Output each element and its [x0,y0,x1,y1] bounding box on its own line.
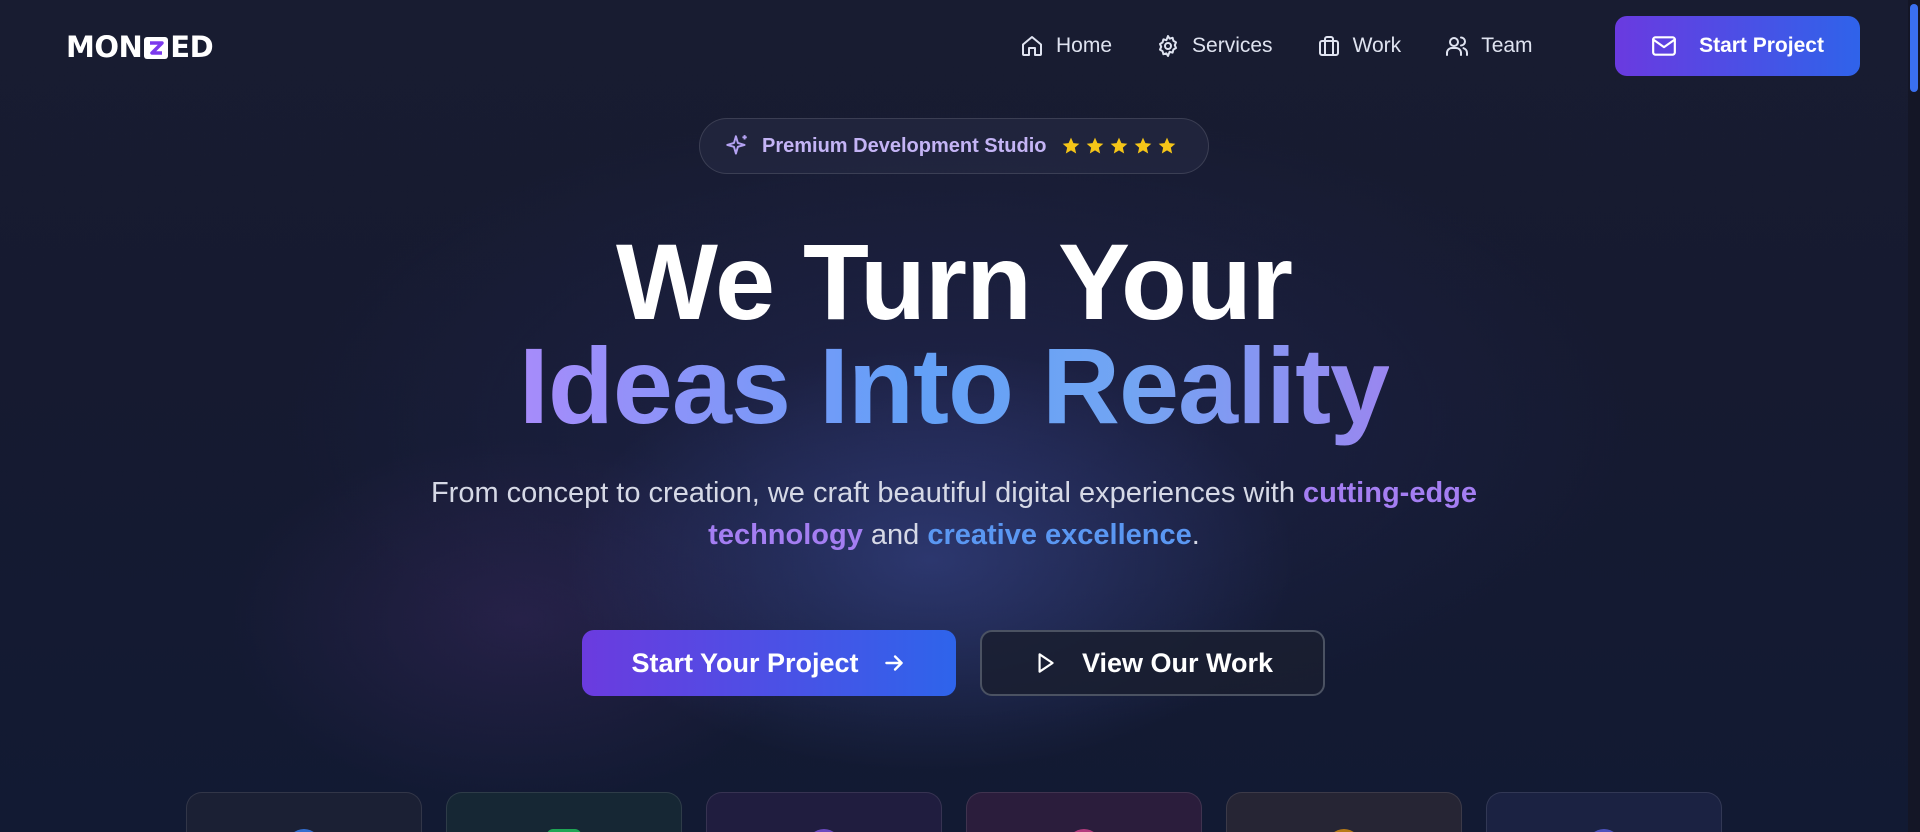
nav-item-services[interactable]: Services [1156,34,1273,58]
subtitle-text-mid: and [862,519,928,551]
hero-title-gradient: Ideas Into Reality [518,325,1390,446]
feature-card[interactable] [706,792,942,832]
nav-item-team[interactable]: Team [1445,34,1533,58]
feature-card[interactable] [446,792,682,832]
nav-item-label: Team [1481,34,1533,57]
brand-logo[interactable]: MON ED [66,30,214,64]
star-icon [1110,137,1127,154]
badge-text: Premium Development Studio [762,134,1047,157]
users-icon [1446,36,1469,56]
logo-text-left: MON [66,30,143,64]
nav-item-label: Services [1192,34,1273,57]
logo-text-right: ED [170,30,214,64]
nav-links: Home Services Work Team [1020,26,1577,66]
arrow-right-icon [884,655,903,671]
view-our-work-button[interactable]: View Our Work [980,630,1325,696]
star-icon [1062,137,1079,154]
start-project-button[interactable]: Start Project [1615,16,1860,76]
hero-subtitle: From concept to creation, we craft beaut… [390,472,1518,556]
scrollbar-thumb[interactable] [1910,4,1918,92]
subtitle-highlight-excellence: creative excellence [927,519,1192,551]
feature-card[interactable] [966,792,1202,832]
logo-mark-icon [143,34,169,60]
scrollbar[interactable] [1908,0,1920,832]
briefcase-icon [1318,36,1339,56]
sparkle-icon [726,135,747,155]
top-navigation: MON ED Home Services Work Team Start Pro… [0,0,1920,90]
star-icon [1158,137,1175,154]
nav-item-label: Work [1352,34,1402,57]
view-our-work-label: View Our Work [1081,647,1274,678]
start-your-project-button[interactable]: Start Your Project [582,630,956,696]
star-icon [1086,137,1103,154]
rating-stars [1061,136,1181,156]
subtitle-text-end: . [1191,519,1200,551]
feature-card[interactable] [186,792,422,832]
nav-item-label: Home [1056,34,1113,57]
nav-item-work[interactable]: Work [1317,34,1402,58]
feature-card[interactable] [1226,792,1462,832]
nav-item-home[interactable]: Home [1020,34,1112,58]
star-icon [1134,137,1151,154]
start-your-project-label: Start Your Project [631,647,859,678]
subtitle-text: From concept to creation, we craft beaut… [430,477,1304,509]
hero-title-line2: Ideas Into Reality [0,326,1908,446]
gear-icon [1159,35,1178,57]
home-icon [1022,36,1042,56]
studio-badge: Premium Development Studio [699,118,1209,174]
hero-title-line1: We Turn Your [615,221,1293,342]
feature-card[interactable] [1486,792,1722,832]
start-project-label: Start Project [1699,34,1824,57]
play-icon [1038,653,1054,673]
mail-icon [1652,36,1676,56]
